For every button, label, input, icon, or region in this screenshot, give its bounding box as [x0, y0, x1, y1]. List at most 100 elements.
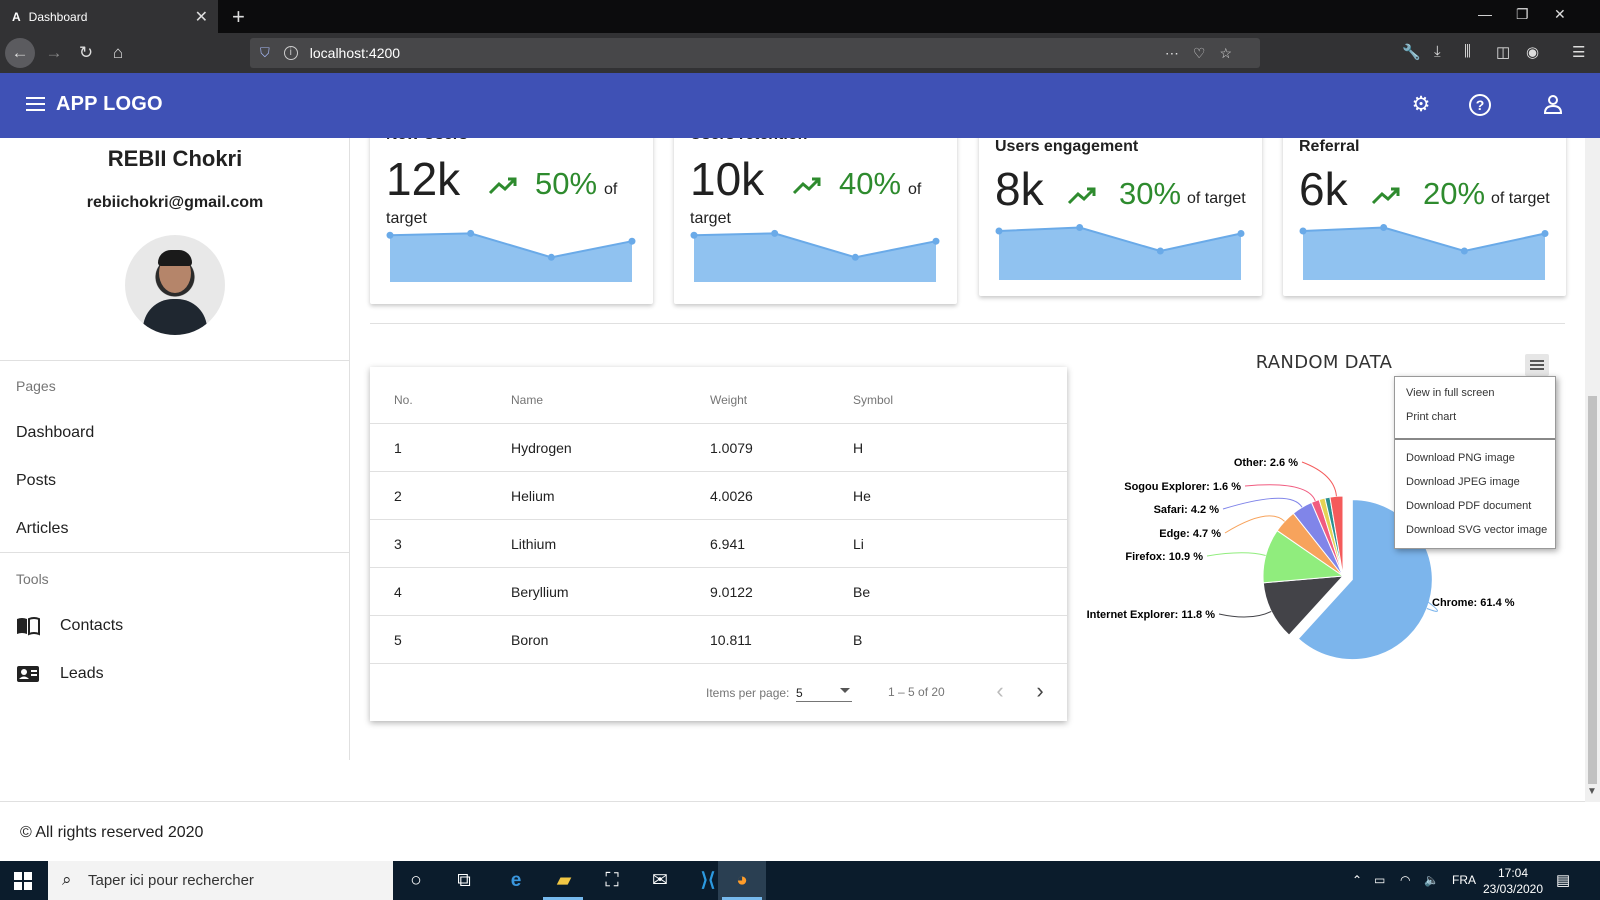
- back-icon[interactable]: ←: [5, 38, 35, 68]
- next-page-button[interactable]: ›: [1028, 678, 1052, 704]
- taskbar-search-input[interactable]: ⌕ Taper ici pour rechercher: [48, 861, 393, 900]
- windows-start-icon[interactable]: [14, 872, 32, 890]
- help-icon[interactable]: ?: [1469, 94, 1491, 116]
- menu-item-full-screen[interactable]: View in full screen: [1406, 387, 1494, 399]
- card-percent: 50%: [535, 166, 598, 201]
- hamburger-menu-icon[interactable]: [26, 97, 45, 115]
- info-icon[interactable]: i: [283, 46, 298, 60]
- sparkline-area: [694, 233, 936, 282]
- notifications-icon[interactable]: ▤: [1556, 871, 1570, 889]
- store-icon[interactable]: ⛶: [598, 868, 626, 894]
- table-cell: Helium: [511, 488, 555, 504]
- table-cell: B: [853, 632, 863, 648]
- table-cell: 1: [394, 440, 402, 456]
- forward-icon[interactable]: →: [42, 41, 66, 65]
- mail-icon[interactable]: ✉: [646, 868, 674, 894]
- table-cell: Li: [853, 536, 864, 552]
- browser-navbar: ← → ↻ ⌂ ⛉ i localhost:4200 ⋯♡☆ 🔧 ⤓ ⫼ ◫ ◉…: [0, 33, 1600, 73]
- trending-up-icon: [488, 172, 518, 203]
- column-header-no[interactable]: No.: [394, 393, 413, 407]
- tab-title: Dashboard: [28, 9, 88, 24]
- table-cell: 6.941: [710, 536, 746, 552]
- sparkline-chart: [386, 229, 636, 282]
- table-row[interactable]: 5 Boron 10.811 B: [370, 615, 1067, 663]
- card-value: 8k: [995, 163, 1044, 215]
- page-scrollbar[interactable]: ▼: [1585, 138, 1600, 802]
- wifi-icon[interactable]: ◠: [1400, 873, 1410, 887]
- card-title: Users engagement: [995, 138, 1139, 155]
- sidebar-item-articles[interactable]: Articles: [16, 520, 68, 538]
- card-of-label: of: [604, 181, 618, 198]
- task-view-icon[interactable]: ⧉: [450, 868, 478, 894]
- sparkline-point: [628, 237, 636, 245]
- menu-item-download-jpeg[interactable]: Download JPEG image: [1406, 476, 1520, 488]
- card-of-label: of target: [1491, 190, 1550, 207]
- minimize-icon[interactable]: —: [1478, 6, 1492, 22]
- home-icon[interactable]: ⌂: [106, 41, 130, 65]
- sparkline-point: [1380, 224, 1388, 231]
- sidebar-item-dashboard[interactable]: Dashboard: [16, 424, 94, 442]
- column-header-name[interactable]: Name: [511, 393, 543, 407]
- new-tab-icon[interactable]: +: [232, 4, 245, 30]
- close-window-icon[interactable]: ✕: [1554, 6, 1566, 23]
- menu-icon[interactable]: ☰: [1572, 43, 1585, 61]
- sidebar-item-contacts[interactable]: Contacts: [16, 616, 123, 636]
- table-cell: 10.811: [710, 632, 752, 648]
- sparkline-chart: [690, 229, 940, 282]
- battery-icon[interactable]: ▭: [1374, 873, 1385, 887]
- table-cell: Hydrogen: [511, 440, 572, 456]
- reload-icon[interactable]: ↻: [74, 41, 98, 65]
- table-row[interactable]: 1 Hydrogen 1.0079 H: [370, 423, 1067, 471]
- app-logo[interactable]: APP LOGO: [56, 93, 163, 116]
- browser-tab[interactable]: A Dashboard ✕: [0, 0, 218, 33]
- page-actions-icons[interactable]: ⋯♡☆: [1165, 45, 1246, 62]
- library-icon[interactable]: ⫼: [1464, 43, 1471, 60]
- menu-item-download-pdf[interactable]: Download PDF document: [1406, 500, 1531, 512]
- menu-item-download-svg[interactable]: Download SVG vector image: [1406, 524, 1547, 536]
- close-tab-icon[interactable]: ✕: [195, 7, 208, 27]
- sparkline-point: [1076, 224, 1084, 231]
- scrollbar-thumb[interactable]: [1588, 396, 1597, 784]
- scroll-down-arrow-icon[interactable]: ▼: [1587, 786, 1597, 797]
- volume-icon[interactable]: 🔈: [1424, 873, 1439, 887]
- download-icon[interactable]: ⤓: [1434, 43, 1441, 60]
- sparkline-point: [932, 237, 940, 245]
- sidebar-icon[interactable]: ◫: [1496, 43, 1510, 61]
- menu-item-download-png[interactable]: Download PNG image: [1406, 452, 1515, 464]
- contact-card-icon: [16, 664, 40, 684]
- column-header-weight[interactable]: Weight: [710, 393, 747, 407]
- menu-item-print-chart[interactable]: Print chart: [1406, 411, 1456, 423]
- column-header-symbol[interactable]: Symbol: [853, 393, 893, 407]
- account-icon[interactable]: [1541, 93, 1565, 117]
- table-cell: 1.0079: [710, 440, 753, 456]
- settings-icon[interactable]: ⚙: [1409, 93, 1433, 117]
- table-row[interactable]: 2 Helium 4.0026 He: [370, 471, 1067, 519]
- pie-data-label: Other: 2.6 %: [1234, 457, 1298, 469]
- taskbar-clock[interactable]: 17:04 23/03/2020: [1478, 865, 1548, 897]
- sidebar-item-posts[interactable]: Posts: [16, 472, 56, 490]
- shield-icon[interactable]: ⛉: [260, 45, 270, 61]
- show-hidden-icons-icon[interactable]: ⌃: [1352, 873, 1362, 887]
- table-row[interactable]: 4 Beryllium 9.0122 Be: [370, 567, 1067, 615]
- language-indicator[interactable]: FRA: [1452, 873, 1476, 887]
- wrench-icon[interactable]: 🔧: [1402, 43, 1421, 61]
- file-explorer-icon[interactable]: ▰: [550, 868, 578, 894]
- sidebar-item-leads[interactable]: Leads: [16, 664, 104, 684]
- url-bar[interactable]: ⛉ i localhost:4200 ⋯♡☆: [250, 38, 1260, 68]
- table-cell: Boron: [511, 632, 549, 648]
- table-cell: 4: [394, 584, 402, 600]
- firefox-icon[interactable]: ◕: [728, 868, 756, 894]
- edge-icon[interactable]: e: [502, 868, 530, 894]
- firefox-account-icon[interactable]: ◉: [1526, 43, 1539, 61]
- sidebar: REBII Chokri rebiichokri@gmail.com Pages…: [0, 138, 350, 760]
- url-text[interactable]: localhost:4200: [310, 45, 400, 61]
- previous-page-button[interactable]: ‹: [988, 678, 1012, 704]
- paginator: Items per page: 5 1 – 5 of 20 ‹ ›: [370, 663, 1067, 721]
- table-cell: Beryllium: [511, 584, 569, 600]
- page-size-select[interactable]: 5: [796, 680, 852, 702]
- stat-card-referral: Referral 6k 20% of target: [1283, 130, 1566, 296]
- table-row[interactable]: 3 Lithium 6.941 Li: [370, 519, 1067, 567]
- restore-icon[interactable]: ❐: [1516, 6, 1529, 23]
- stat-card-users-retention: Users retention 10k 40% of target: [674, 118, 957, 304]
- cortana-icon[interactable]: ○: [402, 868, 430, 894]
